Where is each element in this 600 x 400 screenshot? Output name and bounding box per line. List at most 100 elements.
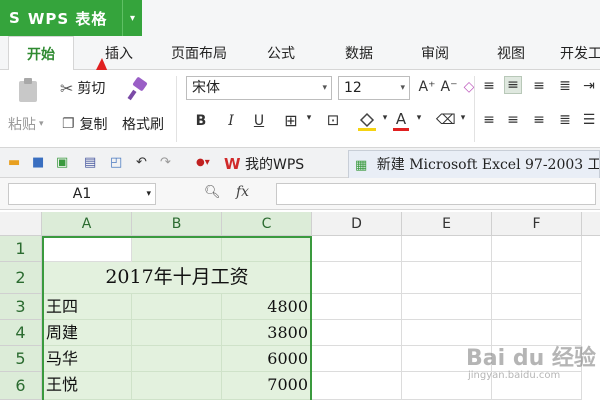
chevron-down-icon[interactable]: ▾: [300, 113, 318, 123]
paste-button[interactable]: [10, 76, 46, 104]
align-top-icon[interactable]: ≡: [480, 78, 498, 94]
cell-d5[interactable]: [312, 346, 402, 372]
print-icon[interactable]: ▤: [84, 155, 96, 170]
tab-page-layout[interactable]: 页面布局: [164, 36, 234, 70]
fill-color-button[interactable]: [356, 110, 376, 136]
title-bar: S WPS 表格 ▾: [0, 0, 600, 36]
cut-button[interactable]: ✂ 剪切: [60, 78, 105, 98]
cell-f3[interactable]: [492, 294, 582, 320]
doc-tab-workbook[interactable]: ▦ 新建 Microsoft Excel 97-2003 工: [348, 150, 600, 178]
cell-e1[interactable]: [402, 236, 492, 262]
cell-d3[interactable]: [312, 294, 402, 320]
bold-button[interactable]: B: [192, 113, 210, 129]
justify-icon[interactable]: ≣: [556, 112, 574, 128]
formula-input[interactable]: [276, 183, 596, 205]
cell-c5[interactable]: 6000: [222, 346, 312, 372]
row-header-1[interactable]: 1: [0, 236, 42, 262]
customize-toolbar-icon[interactable]: ●▾: [196, 157, 210, 168]
format-painter-button[interactable]: 格式刷: [122, 114, 164, 134]
cell-d2[interactable]: [312, 262, 402, 294]
row-header-3[interactable]: 3: [0, 294, 42, 320]
tab-view[interactable]: 视图: [488, 36, 534, 70]
zoom-search-icon[interactable]: 🔍︎: [204, 185, 221, 200]
copy-button[interactable]: ❐ 复制: [62, 114, 108, 134]
align-bottom-icon[interactable]: ≡: [530, 78, 548, 94]
name-box[interactable]: A1 ▾: [8, 183, 156, 205]
select-all-corner[interactable]: [0, 212, 42, 236]
align-middle-icon[interactable]: ≡: [504, 76, 522, 94]
open-folder-icon[interactable]: ▬: [8, 155, 20, 170]
font-name-select[interactable]: 宋体 ▾: [186, 76, 332, 100]
cell-d4[interactable]: [312, 320, 402, 346]
chevron-down-icon[interactable]: ▾: [410, 113, 428, 123]
column-header-e[interactable]: E: [402, 212, 492, 236]
tab-review[interactable]: 审阅: [412, 36, 458, 70]
redo-icon[interactable]: ↷: [160, 155, 171, 170]
cell-f2[interactable]: [492, 262, 582, 294]
align-center-icon[interactable]: ≡: [504, 112, 522, 128]
shrink-font-button[interactable]: A⁻: [440, 79, 458, 95]
cell-a1[interactable]: [42, 236, 132, 262]
paste-label[interactable]: 粘贴 ▾: [8, 114, 44, 134]
font-color-button[interactable]: A: [392, 110, 410, 131]
export-pdf-icon[interactable]: ▣: [56, 155, 68, 170]
text-direction-icon[interactable]: ≣: [556, 78, 574, 94]
distributed-icon[interactable]: ☰: [580, 112, 598, 128]
insert-function-button[interactable]: fx: [236, 184, 249, 200]
font-size-select[interactable]: 12 ▾: [338, 76, 410, 100]
grow-font-button[interactable]: A⁺: [418, 79, 436, 95]
cell-f1[interactable]: [492, 236, 582, 262]
column-header-g[interactable]: [582, 212, 600, 236]
doc-tab-my-wps[interactable]: W 我的WPS: [220, 150, 346, 178]
ribbon-divider: [176, 76, 177, 142]
cell-b3[interactable]: [132, 294, 222, 320]
align-left-icon[interactable]: ≡: [480, 112, 498, 128]
undo-icon[interactable]: ↶: [136, 155, 147, 170]
format-painter-icon-wrap[interactable]: [124, 76, 150, 102]
row-header-2[interactable]: 2: [0, 262, 42, 294]
app-menu-dropdown[interactable]: ▾: [122, 0, 142, 36]
tab-formulas[interactable]: 公式: [258, 36, 304, 70]
column-header-f[interactable]: F: [492, 212, 582, 236]
eraser-icon[interactable]: ⌫: [436, 112, 456, 128]
row-header-5[interactable]: 5: [0, 346, 42, 372]
save-icon[interactable]: ■: [32, 155, 44, 170]
underline-button[interactable]: U: [250, 113, 268, 129]
clear-format-button[interactable]: ◇: [460, 79, 478, 95]
cell-b4[interactable]: [132, 320, 222, 346]
tab-data[interactable]: 数据: [336, 36, 382, 70]
chevron-down-icon[interactable]: ▾: [454, 113, 472, 123]
borders-icon[interactable]: ⊞: [282, 111, 300, 130]
tab-home[interactable]: 开始: [8, 36, 74, 71]
cell-a6[interactable]: 王悦: [42, 372, 132, 400]
column-header-d[interactable]: D: [312, 212, 402, 236]
tab-developer[interactable]: 开发工: [558, 36, 600, 70]
cell-a3[interactable]: 王四: [42, 294, 132, 320]
ribbon-toolbar: 粘贴 ▾ ✂ 剪切 ❐ 复制 格式刷 宋体 ▾ 12 ▾ A⁺ A⁻ ◇ B I…: [0, 70, 600, 148]
column-header-b[interactable]: B: [132, 212, 222, 236]
align-right-icon[interactable]: ≡: [530, 112, 548, 128]
cell-b5[interactable]: [132, 346, 222, 372]
cell-c1[interactable]: [222, 236, 312, 262]
column-header-c[interactable]: C: [222, 212, 312, 236]
indent-icon[interactable]: ⇥: [580, 78, 598, 94]
cell-c4[interactable]: 3800: [222, 320, 312, 346]
cell-b1[interactable]: [132, 236, 222, 262]
cell-c3[interactable]: 4800: [222, 294, 312, 320]
font-name-value: 宋体: [192, 80, 220, 96]
cell-a5[interactable]: 马华: [42, 346, 132, 372]
cell-d6[interactable]: [312, 372, 402, 400]
italic-button[interactable]: I: [222, 113, 240, 129]
cell-a4[interactable]: 周建: [42, 320, 132, 346]
cell-c6[interactable]: 7000: [222, 372, 312, 400]
merge-cells-icon[interactable]: ⊡: [324, 111, 342, 129]
cell-b6[interactable]: [132, 372, 222, 400]
app-menu-button[interactable]: S WPS 表格 ▾: [0, 0, 142, 36]
column-header-a[interactable]: A: [42, 212, 132, 236]
print-preview-icon[interactable]: ◰: [110, 155, 122, 170]
row-header-4[interactable]: 4: [0, 320, 42, 346]
row-header-6[interactable]: 6: [0, 372, 42, 400]
cell-d1[interactable]: [312, 236, 402, 262]
cell-e3[interactable]: [402, 294, 492, 320]
cell-e2[interactable]: [402, 262, 492, 294]
